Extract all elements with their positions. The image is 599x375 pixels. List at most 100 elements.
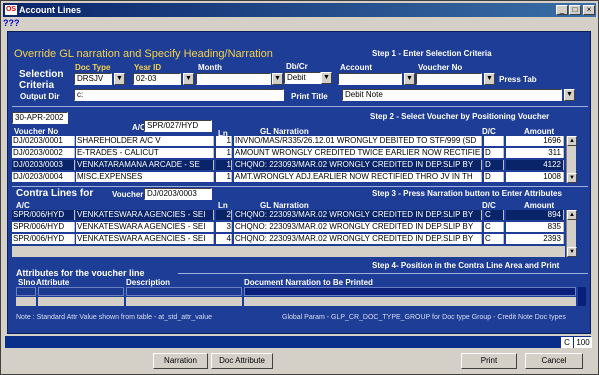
cell-ln[interactable]: 4 (216, 234, 232, 244)
cell-dc[interactable]: C (484, 234, 504, 244)
cell-dc[interactable]: C (484, 210, 504, 220)
divider (12, 186, 588, 187)
col-voucher-no: Voucher No (14, 127, 59, 136)
scroll-up-icon[interactable]: ▲ (567, 136, 577, 146)
press-tab-hint: Press Tab (499, 75, 537, 84)
cell-narration[interactable]: AMT.WRONGLY ADJ.EARLIER NOW RECTIFIED TH… (234, 172, 482, 182)
table-row[interactable]: DJ/0203/0004 MISC.EXPENSES 1 AMT.WRONGLY… (12, 172, 575, 183)
note-right: Global Param - GLP_CR_DOC_TYPE_GROUP for… (282, 314, 566, 321)
year-id-dropdown-icon[interactable]: ▼ (183, 73, 194, 85)
output-dir-input[interactable]: c: (74, 89, 284, 101)
cell-account[interactable]: VENKATESWARA AGENCIES - SEI (76, 210, 214, 220)
table-row[interactable]: DJ/0203/0002 E-TRADES - CALICUT 1 AMOUNT… (12, 148, 575, 159)
dbcr-input[interactable]: Debit (284, 72, 321, 84)
cell-narration[interactable]: AMOUNT WRONGLY CREDITED TWICE EARLIER NO… (234, 148, 482, 158)
account-input[interactable] (338, 73, 402, 85)
cell-narration[interactable]: CHQNO: 223093/MAR.02 WRONGLY CREDITED IN… (234, 210, 482, 220)
cell-attribute[interactable] (38, 297, 124, 306)
cell-description[interactable] (126, 287, 242, 296)
voucher-no-dropdown-icon[interactable]: ▼ (484, 73, 495, 85)
col-amount: Amount (524, 201, 555, 210)
col-gl-narration: GL Narration (260, 127, 309, 136)
month-input[interactable] (196, 73, 271, 85)
narration-button[interactable]: Narration (153, 353, 208, 369)
maximize-icon[interactable]: □ (569, 5, 581, 15)
table-row-selected[interactable]: SPR/006/HYD VENKATESWARA AGENCIES - SEI … (12, 210, 575, 221)
cell-ln[interactable]: 1 (216, 172, 232, 182)
cell-attribute[interactable] (38, 287, 124, 296)
cell-account[interactable]: VENKATESWARA AGENCIES - SEI (76, 234, 214, 244)
help-menu[interactable]: ??? (3, 18, 20, 28)
minimize-icon[interactable]: _ (556, 5, 568, 15)
cell-voucher[interactable]: DJ/0203/0003 (12, 160, 75, 170)
cell-ln[interactable]: 1 (216, 148, 232, 158)
cell-ac[interactable]: SPR/006/HYD (12, 234, 75, 244)
cell-account[interactable]: MISC.EXPENSES (76, 172, 214, 182)
cell-dc[interactable]: D (484, 172, 504, 182)
voucher-scrollbar[interactable]: ▲ ▼ (566, 136, 577, 183)
voucher-no-input[interactable] (416, 73, 482, 85)
table-row-selected[interactable]: DJ/0203/0003 VENKATARAMANA ARCADE - SE 1… (12, 160, 575, 171)
attributes-scrollbar[interactable] (578, 287, 586, 306)
cell-amount[interactable]: 2393 (506, 234, 564, 244)
cell-dc[interactable]: D (484, 148, 504, 158)
cell-ac[interactable]: SPR/006/HYD (12, 222, 75, 232)
account-dropdown-icon[interactable]: ▼ (404, 73, 415, 85)
year-id-input[interactable]: 02-03 (133, 73, 181, 85)
cell-voucher[interactable]: DJ/0203/0004 (12, 172, 75, 182)
table-row[interactable]: SPR/006/HYD VENKATESWARA AGENCIES - SEI … (12, 234, 575, 245)
cell-account[interactable]: E-TRADES - CALICUT (76, 148, 214, 158)
cell-voucher[interactable]: DJ/0203/0002 (12, 148, 75, 158)
cell-narration[interactable]: INVNO/MAS/R335/26.12.01 WRONGLY DEBITED … (234, 136, 482, 146)
cancel-button[interactable]: Cancel (525, 353, 583, 369)
cell-doc-narration[interactable] (244, 297, 576, 306)
voucher-date: 30-APR-2002 (12, 112, 68, 124)
cell-amount[interactable]: 4122 (506, 160, 564, 170)
cell-description[interactable] (126, 297, 242, 306)
contra-scrollbar[interactable]: ▲ ▼ (566, 210, 577, 257)
scroll-down-icon[interactable]: ▼ (567, 247, 577, 257)
cell-ac[interactable]: SPR/006/HYD (12, 210, 75, 220)
doc-attribute-button[interactable]: Doc Attribute (211, 353, 273, 369)
col-gl-narration: GL Narration (260, 201, 309, 210)
table-row[interactable]: DJ/0203/0001 SHAREHOLDER A/C V 1 INVNO/M… (12, 136, 575, 147)
month-label: Month (198, 63, 222, 72)
month-dropdown-icon[interactable]: ▼ (272, 73, 283, 85)
doc-type-dropdown-icon[interactable]: ▼ (114, 73, 125, 85)
print-button[interactable]: Print (461, 353, 517, 369)
cell-narration[interactable]: CHQNO: 223093/MAR.02 WRONGLY CREDITED IN… (234, 160, 482, 170)
cell-slno[interactable] (16, 297, 36, 306)
account-label: Account (340, 63, 372, 72)
cell-dc[interactable]: C (484, 222, 504, 232)
cell-amount[interactable]: 1696 (506, 136, 564, 146)
note-left: Note : Standard Attr Value shown from ta… (16, 314, 212, 321)
table-row[interactable]: SPR/006/HYD VENKATESWARA AGENCIES - SEI … (12, 222, 575, 233)
ac-value: SPR/027/HYD (144, 120, 212, 132)
cell-doc-narration[interactable] (244, 287, 576, 296)
cell-ln[interactable]: 2 (216, 210, 232, 220)
col-dc: D/C (482, 201, 496, 210)
scroll-up-icon[interactable]: ▲ (567, 210, 577, 220)
cell-narration[interactable]: CHQNO: 223093/MAR.02 WRONGLY CREDITED IN… (234, 222, 482, 232)
cell-ln[interactable]: 1 (216, 136, 232, 146)
cell-slno[interactable] (16, 287, 36, 296)
print-title-dropdown-icon[interactable]: ▼ (564, 89, 575, 101)
cell-amount[interactable]: 311 (506, 148, 564, 158)
print-title-input[interactable]: Debit Note (342, 89, 562, 101)
scroll-down-icon[interactable]: ▼ (567, 173, 577, 183)
cell-account[interactable]: VENKATARAMANA ARCADE - SE (76, 160, 214, 170)
dbcr-dropdown-icon[interactable]: ▼ (321, 72, 332, 84)
cell-dc[interactable] (484, 136, 504, 146)
cell-account[interactable]: VENKATESWARA AGENCIES - SEI (76, 222, 214, 232)
doc-type-input[interactable]: DRSJV (74, 73, 112, 85)
cell-amount[interactable]: 1008 (506, 172, 564, 182)
close-icon[interactable]: × (583, 5, 595, 15)
cell-narration[interactable]: CHQNO: 223093/MAR.02 WRONGLY CREDITED IN… (234, 234, 482, 244)
cell-dc[interactable]: D (484, 160, 504, 170)
cell-amount[interactable]: 894 (506, 210, 564, 220)
cell-ln[interactable]: 1 (216, 160, 232, 170)
cell-account[interactable]: SHAREHOLDER A/C V (76, 136, 214, 146)
cell-voucher[interactable]: DJ/0203/0001 (12, 136, 75, 146)
cell-ln[interactable]: 3 (216, 222, 232, 232)
cell-amount[interactable]: 835 (506, 222, 564, 232)
